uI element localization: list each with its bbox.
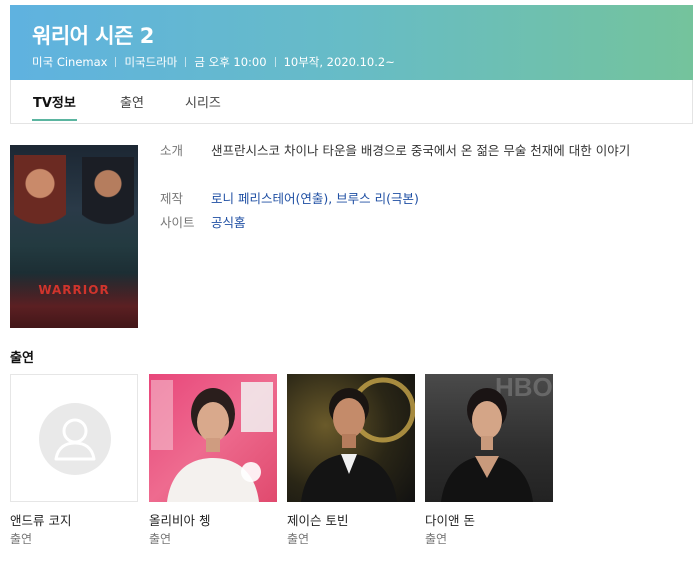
production-value[interactable]: 로니 페리스테어(연출), 브루스 리(극본) (211, 188, 419, 207)
meta-airtime: 금 오후 10:00 (194, 55, 267, 69)
intro-value: 샌프란시스코 차이나 타운을 배경으로 중국에서 온 젊은 무술 천재에 대한 … (211, 143, 631, 158)
cast-photo[interactable] (149, 374, 277, 502)
meta-genre: 미국드라마 (124, 55, 178, 69)
meta-divider (185, 57, 187, 67)
cast-card[interactable]: 올리비아 쳉 출연 (149, 374, 277, 546)
cast-card[interactable]: HBO 다이앤 돈 출연 (425, 374, 553, 546)
cast-role: 출연 (10, 532, 33, 546)
meta-divider (115, 57, 117, 67)
person-silhouette-icon (151, 380, 273, 502)
cast-name[interactable]: 앤드류 코지 (10, 510, 71, 529)
program-header: 워리어 시즌 2 미국 Cinemax 미국드라마 금 오후 10:00 10부… (10, 5, 693, 80)
program-poster[interactable]: WARRIOR (10, 145, 138, 328)
cast-name[interactable]: 올리비아 쳉 (149, 510, 210, 529)
production-label: 제작 (160, 191, 184, 206)
poster-logo: WARRIOR (38, 283, 110, 297)
svg-text:HBO: HBO (495, 374, 553, 402)
cast-role: 출연 (425, 532, 448, 546)
person-silhouette-icon (301, 377, 415, 502)
cast-section-title: 출연 (10, 351, 34, 366)
poster-figure-left (14, 155, 66, 250)
cast-role: 출연 (287, 532, 310, 546)
meta-divider (274, 57, 276, 67)
cast-role: 출연 (149, 532, 172, 546)
meta-episodes: 10부작, 2020.10.2~ (283, 55, 395, 69)
cast-photo[interactable] (287, 374, 415, 502)
program-title[interactable]: 워리어 시즌 2 (32, 20, 154, 50)
placeholder-avatar-icon (39, 403, 111, 475)
cast-photo-placeholder[interactable] (10, 374, 138, 502)
poster-figure-right (82, 157, 134, 252)
meta-channel: 미국 Cinemax (32, 55, 108, 69)
official-site-link[interactable]: 공식홈 (211, 212, 246, 231)
cast-card[interactable]: 앤드류 코지 출연 (10, 374, 138, 546)
tab-tv-info[interactable]: TV정보 (32, 92, 77, 121)
site-label: 사이트 (160, 215, 195, 230)
program-meta: 미국 Cinemax 미국드라마 금 오후 10:00 10부작, 2020.1… (32, 54, 395, 70)
intro-label: 소개 (160, 143, 184, 158)
cast-name[interactable]: 제이슨 토빈 (287, 510, 348, 529)
cast-card[interactable]: 제이슨 토빈 출연 (287, 374, 415, 546)
person-silhouette-icon: HBO (441, 374, 553, 502)
tab-bar: TV정보 출연 시리즈 (10, 80, 693, 124)
poster-red-glow (10, 273, 138, 328)
tab-series[interactable]: 시리즈 (185, 92, 221, 111)
cast-photo[interactable]: HBO (425, 374, 553, 502)
cast-name[interactable]: 다이앤 돈 (425, 510, 475, 529)
tab-cast[interactable]: 출연 (120, 92, 144, 111)
